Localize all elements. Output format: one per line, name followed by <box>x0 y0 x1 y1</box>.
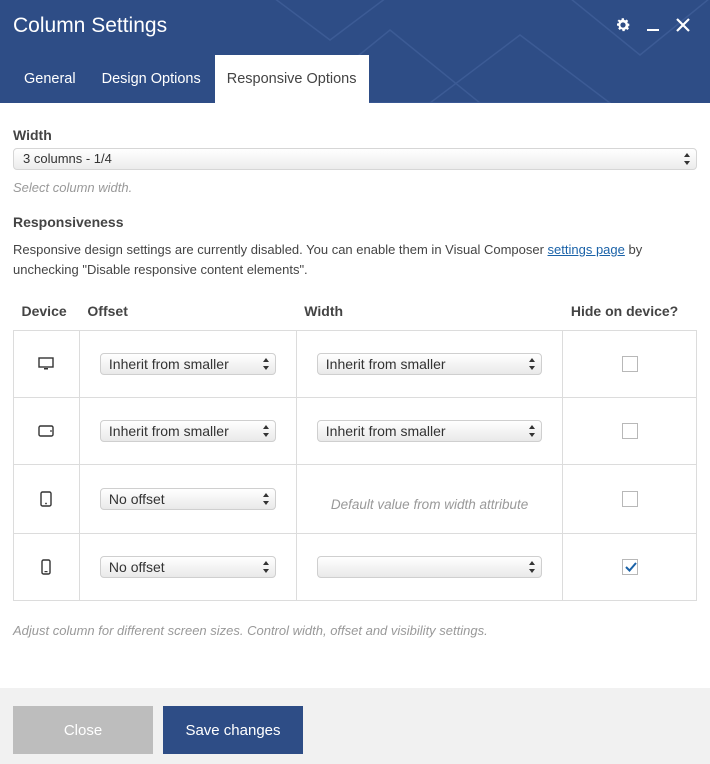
width-hint: Select column width. <box>13 180 133 195</box>
phone-icon <box>14 558 79 575</box>
offset-select-value: No offset <box>108 490 165 507</box>
modal-footer: Close Save changes <box>0 688 710 764</box>
offset-select-value: Inherit from smaller <box>108 355 229 372</box>
offset-cell: No offset <box>78 532 297 601</box>
tab-general[interactable]: General <box>12 55 88 103</box>
table-row: Inherit from smaller Inherit from smalle… <box>13 396 697 465</box>
offset-select-value: No offset <box>108 558 165 575</box>
width-select[interactable]: 3 columns - 1/4 <box>13 148 697 170</box>
hide-checkbox[interactable] <box>621 490 638 507</box>
width-row-select-value: Inherit from smaller <box>325 422 446 439</box>
header-width: Width <box>304 302 344 319</box>
desc-text-before: Responsive design settings are currently… <box>13 242 548 257</box>
offset-select[interactable]: No offset <box>99 555 276 578</box>
offset-select[interactable]: Inherit from smaller <box>99 419 276 442</box>
desktop-icon <box>14 356 79 371</box>
checkmark-icon <box>624 561 637 572</box>
select-arrows-icon <box>684 153 690 165</box>
table-row: No offset Default value from width attri… <box>13 463 697 534</box>
modal-body: Width 3 columns - 1/4 Select column widt… <box>13 103 697 638</box>
header-offset: Offset <box>87 302 128 319</box>
tab-design-options[interactable]: Design Options <box>90 55 213 103</box>
modal-title: Column Settings <box>13 14 168 37</box>
settings-page-link[interactable]: settings page <box>548 242 625 257</box>
width-cell: Default value from width attribute <box>295 463 564 534</box>
device-cell <box>13 463 80 534</box>
hide-cell <box>562 463 697 534</box>
select-arrows-icon <box>262 492 269 505</box>
tablet-portrait-icon <box>14 490 79 507</box>
header-device: Device <box>21 302 67 319</box>
select-arrows-icon <box>262 560 269 573</box>
offset-select[interactable]: No offset <box>99 487 276 510</box>
offset-cell: No offset <box>78 463 297 534</box>
width-row-select-value: Inherit from smaller <box>325 355 446 372</box>
width-select-value: 3 columns - 1/4 <box>23 151 112 166</box>
hide-cell <box>562 329 697 398</box>
offset-select[interactable]: Inherit from smaller <box>99 352 276 375</box>
device-cell <box>13 329 80 398</box>
hide-checkbox[interactable] <box>621 355 638 372</box>
offset-cell: Inherit from smaller <box>78 329 297 398</box>
width-row-select[interactable] <box>316 555 543 578</box>
device-cell <box>13 396 80 465</box>
width-cell <box>295 532 564 601</box>
modal-header: Column Settings General Design Options R… <box>0 0 710 103</box>
tab-responsive-options[interactable]: Responsive Options <box>214 55 369 103</box>
responsiveness-description: Responsive design settings are currently… <box>13 240 697 280</box>
width-row-select[interactable]: Inherit from smaller <box>316 352 543 375</box>
select-arrows-icon <box>529 357 536 370</box>
width-cell: Inherit from smaller <box>295 396 564 465</box>
width-cell: Inherit from smaller <box>295 329 564 398</box>
header-hide: Hide on device? <box>570 302 679 319</box>
hide-cell <box>562 396 697 465</box>
hide-checkbox[interactable] <box>621 422 638 439</box>
offset-select-value: Inherit from smaller <box>108 422 229 439</box>
close-icon[interactable] <box>672 14 694 36</box>
device-cell <box>13 532 80 601</box>
save-changes-button[interactable]: Save changes <box>163 706 303 754</box>
responsiveness-label: Responsiveness <box>13 214 124 230</box>
hide-checkbox-checked[interactable] <box>621 558 638 575</box>
offset-cell: Inherit from smaller <box>78 396 297 465</box>
responsive-table: Device Offset Width Hide on device? Inhe… <box>13 292 697 601</box>
tablet-landscape-icon <box>14 424 79 437</box>
minimize-icon[interactable] <box>642 14 664 36</box>
close-button[interactable]: Close <box>13 706 153 754</box>
select-arrows-icon <box>262 424 269 437</box>
select-arrows-icon <box>529 424 536 437</box>
width-default-text: Default value from width attribute <box>330 496 529 512</box>
table-footer-hint: Adjust column for different screen sizes… <box>13 622 488 638</box>
gear-icon[interactable] <box>612 14 634 36</box>
hide-cell <box>562 532 697 601</box>
tab-bar: General Design Options Responsive Option… <box>12 55 371 103</box>
width-label: Width <box>13 127 52 143</box>
table-row: No offset <box>13 532 697 601</box>
select-arrows-icon <box>262 357 269 370</box>
select-arrows-icon <box>529 560 536 573</box>
width-row-select[interactable]: Inherit from smaller <box>316 419 543 442</box>
table-row: Inherit from smaller Inherit from smalle… <box>13 329 697 398</box>
